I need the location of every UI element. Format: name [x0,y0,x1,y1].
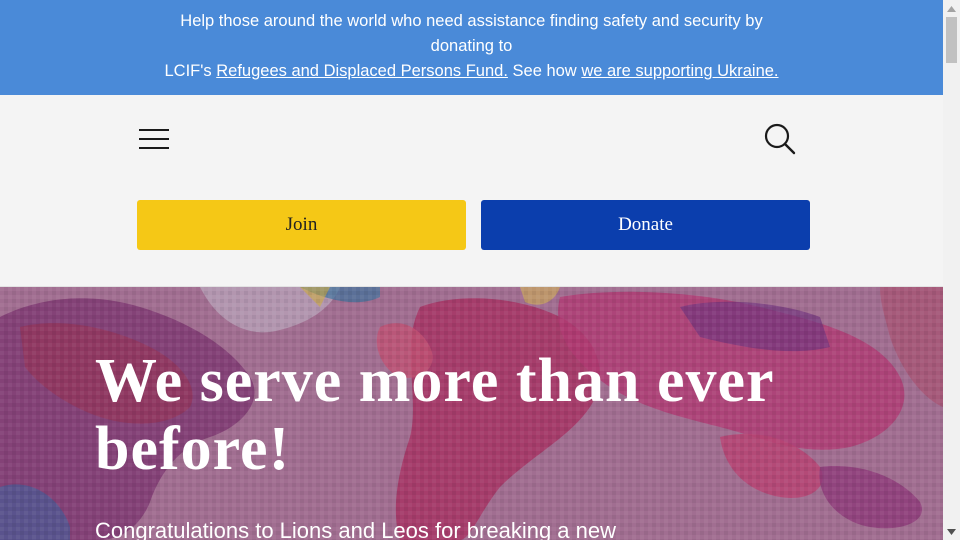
join-button[interactable]: Join [137,200,466,250]
page: Help those around the world who need ass… [0,0,943,540]
hero-title: We serve more than ever before! [95,347,774,483]
scroll-up-arrow-icon[interactable] [943,0,960,17]
alert-banner: Help those around the world who need ass… [0,0,943,95]
donate-button[interactable]: Donate [481,200,810,250]
scroll-down-arrow-icon[interactable] [943,523,960,540]
banner-links-line: LCIF's Refugees and Displaced Persons Fu… [0,59,943,84]
banner-prefix: LCIF's [164,62,212,80]
search-icon[interactable] [760,121,800,161]
refugees-fund-link[interactable]: Refugees and Displaced Persons Fund. [216,62,508,80]
banner-middle: See how [512,62,577,80]
hero-section: We serve more than ever before! Congratu… [0,287,943,540]
vertical-scrollbar[interactable] [943,0,960,540]
hero-subtitle: Congratulations to Lions and Leos for br… [95,518,617,540]
site-header: Join Donate [0,95,943,287]
hamburger-menu-icon[interactable] [136,125,172,155]
ukraine-support-link[interactable]: we are supporting Ukraine. [581,62,778,80]
banner-message: Help those around the world who need ass… [180,12,763,55]
scrollbar-thumb[interactable] [946,17,957,63]
